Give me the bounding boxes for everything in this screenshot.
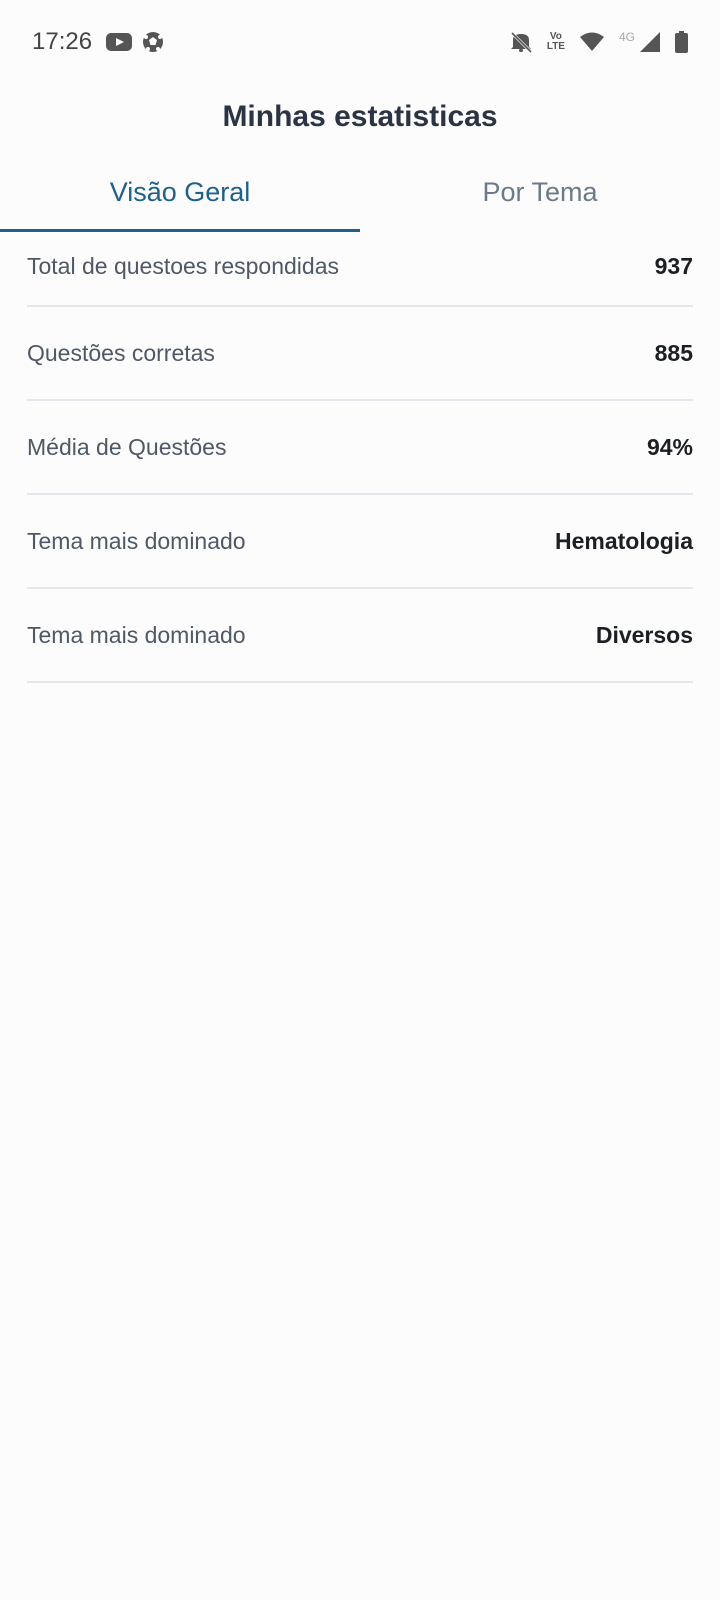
volte-icon: Vo LTE: [547, 32, 565, 52]
stat-row-corretas: Questões corretas 885: [27, 307, 693, 401]
stat-value: 94%: [646, 433, 693, 460]
tab-por-tema[interactable]: Por Tema: [360, 160, 720, 232]
tab-bar: Visão Geral Por Tema: [0, 160, 720, 232]
battery-icon: [675, 31, 688, 53]
stat-value: Hematologia: [554, 527, 693, 554]
stat-row-total-respondidas: Total de questoes respondidas 937: [27, 232, 693, 307]
stat-label: Média de Questões: [27, 433, 227, 460]
stats-list: Total de questoes respondidas 937 Questõ…: [27, 232, 693, 683]
stat-row-media: Média de Questões 94%: [27, 401, 693, 495]
youtube-icon: [106, 32, 133, 52]
status-time: 17:26: [32, 28, 93, 55]
stat-row-tema-dominado: Tema mais dominado Hematologia: [27, 495, 693, 589]
stat-label: Total de questoes respondidas: [27, 253, 339, 279]
network-type-label: 4G: [618, 30, 635, 44]
stat-label: Tema mais dominado: [27, 621, 246, 648]
status-right: Vo LTE 4G: [509, 30, 688, 53]
tab-visao-geral[interactable]: Visão Geral: [0, 160, 360, 232]
stat-label: Tema mais dominado: [27, 527, 246, 554]
signal-icon: [639, 31, 661, 53]
stat-value: Diversos: [595, 621, 693, 648]
stat-value: 937: [654, 253, 693, 279]
soccer-ball-icon: [142, 31, 164, 53]
page-title: Minhas estatisticas: [222, 100, 498, 133]
volte-bottom-label: LTE: [546, 41, 565, 52]
stat-label: Questões corretas: [27, 339, 215, 366]
wifi-icon: [579, 32, 605, 52]
stat-row-tema-dominado-2: Tema mais dominado Diversos: [27, 589, 693, 683]
mute-icon: [509, 31, 533, 53]
stat-value: 885: [654, 339, 693, 366]
status-bar: 17:26 Vo LTE 4G: [0, 0, 720, 84]
status-left: 17:26: [32, 28, 164, 56]
